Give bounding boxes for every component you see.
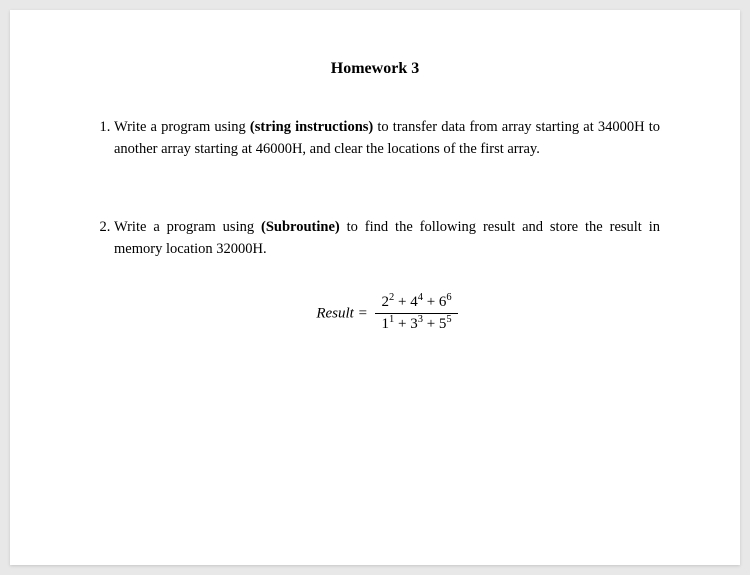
num-t2-base: 4 <box>410 294 418 310</box>
plus-3: + <box>394 316 410 332</box>
equals-sign: = <box>358 305 368 321</box>
numerator: 22 + 44 + 66 <box>375 293 457 315</box>
plus-2: + <box>423 294 439 310</box>
den-t2-base: 3 <box>410 316 418 332</box>
den-t3-exp: 5 <box>446 314 451 325</box>
fraction: 22 + 44 + 66 11 + 33 + 55 <box>375 293 457 335</box>
question-1: Write a program using (string instructio… <box>114 116 660 161</box>
q1-text-pre: Write a program using <box>114 119 250 135</box>
page-title: Homework 3 <box>90 60 660 78</box>
denominator: 11 + 33 + 55 <box>375 314 457 335</box>
num-t3-exp: 6 <box>446 292 451 303</box>
document-page: Homework 3 Write a program using (string… <box>10 10 740 565</box>
question-list: Write a program using (string instructio… <box>90 116 660 335</box>
plus-1: + <box>394 294 410 310</box>
formula-block: Result = 22 + 44 + 66 11 + 33 + 55 <box>114 293 660 335</box>
q2-text-pre: Write a program using <box>114 219 261 235</box>
question-2: Write a program using (Subroutine) to fi… <box>114 216 660 335</box>
den-t1-base: 1 <box>381 316 389 332</box>
plus-4: + <box>423 316 439 332</box>
q2-text-bold: (Subroutine) <box>261 219 340 235</box>
num-t1-base: 2 <box>381 294 389 310</box>
formula-label: Result <box>316 305 354 321</box>
q1-text-bold: (string instructions) <box>250 119 373 135</box>
